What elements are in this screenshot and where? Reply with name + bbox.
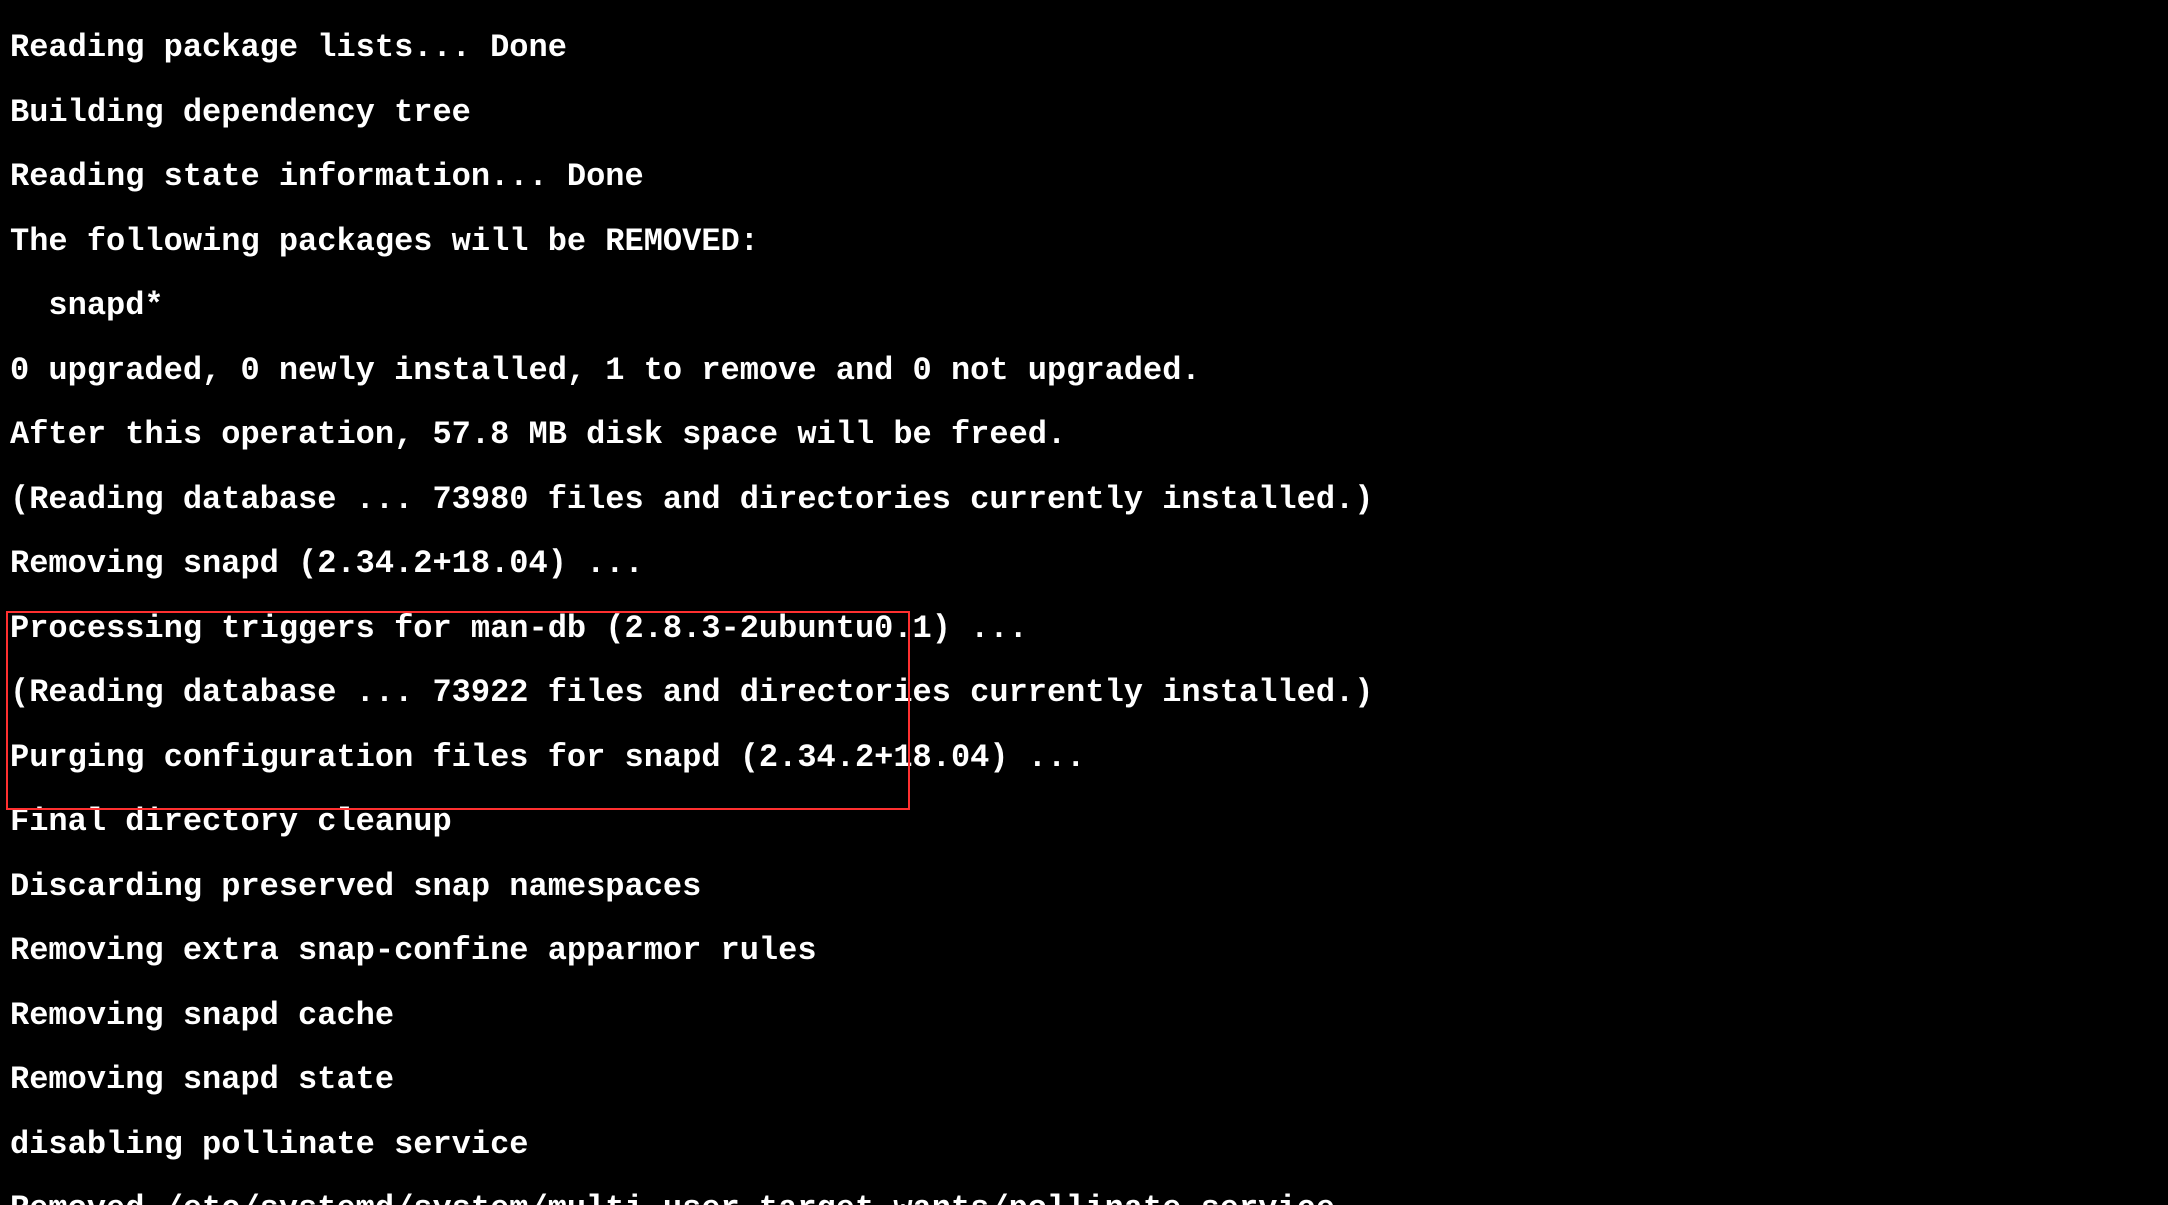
- terminal-line: Removing snapd (2.34.2+18.04) ...: [10, 548, 2158, 581]
- terminal-line: Building dependency tree: [10, 97, 2158, 130]
- terminal-line: Reading state information... Done: [10, 161, 2158, 194]
- terminal-line: Removing extra snap-confine apparmor rul…: [10, 935, 2158, 968]
- terminal-line: After this operation, 57.8 MB disk space…: [10, 419, 2158, 452]
- terminal-line: Discarding preserved snap namespaces: [10, 871, 2158, 904]
- terminal-output-area[interactable]: Reading package lists... Done Building d…: [0, 0, 2168, 1205]
- terminal-line: disabling pollinate service: [10, 1129, 2158, 1162]
- terminal-line: snapd*: [10, 290, 2158, 323]
- terminal-line: 0 upgraded, 0 newly installed, 1 to remo…: [10, 355, 2158, 388]
- terminal-line: (Reading database ... 73980 files and di…: [10, 484, 2158, 517]
- terminal-line: Purging configuration files for snapd (2…: [10, 742, 2158, 775]
- terminal-line: Removing snapd cache: [10, 1000, 2158, 1033]
- terminal-line: Reading package lists... Done: [10, 32, 2158, 65]
- terminal-line: Processing triggers for man-db (2.8.3-2u…: [10, 613, 2158, 646]
- terminal-line: (Reading database ... 73922 files and di…: [10, 677, 2158, 710]
- terminal-line: Removed /etc/systemd/system/multi-user.t…: [10, 1193, 2158, 1205]
- terminal-line: Removing snapd state: [10, 1064, 2158, 1097]
- terminal-line: The following packages will be REMOVED:: [10, 226, 2158, 259]
- terminal-line: Final directory cleanup: [10, 806, 2158, 839]
